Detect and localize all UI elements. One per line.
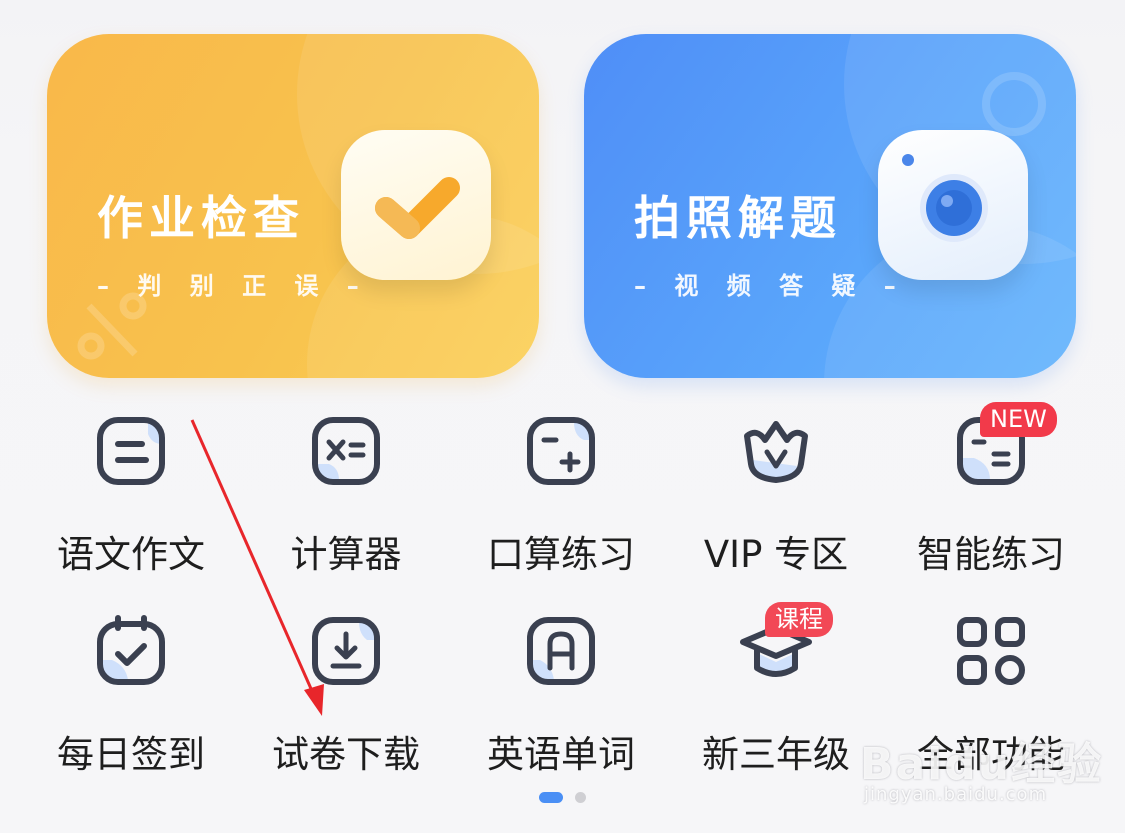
grid-item-daily-checkin[interactable]: 每日签到 [26,614,236,784]
grid-item-english-words[interactable]: 英语单词 [456,614,666,784]
grid-item-smart-practice[interactable]: 智能练习 NEW [886,402,1096,584]
watermark-brand: Baidu经验 [860,739,1104,790]
grid-item-label: 试卷下载 [272,733,420,776]
grid-item-new-third-grade[interactable]: 新三年级 课程 [671,602,881,784]
photo-solve-subtitle: – 视 频 答 疑 – [634,272,906,300]
grid-item-label: 新三年级 [702,733,850,776]
checkmark-icon [341,130,491,280]
new-badge: NEW [980,402,1057,437]
grid-item-chinese-essay[interactable]: 语文作文 [26,414,236,584]
homework-check-card[interactable]: 作业检查 – 判 别 正 误 – [47,34,539,378]
download-paper-icon [312,617,380,685]
homework-check-subtitle: – 判 别 正 误 – [97,272,369,300]
course-badge: 课程 [765,602,833,637]
grid-item-label: 每日签到 [57,733,205,776]
grid-item-paper-download[interactable]: 试卷下载 [241,614,451,784]
vip-crown-icon [744,421,808,483]
chinese-essay-icon [97,417,165,485]
grid-item-label: VIP 专区 [703,533,849,576]
photo-solve-title: 拍照解题 [634,191,842,245]
calculator-icon [312,417,380,485]
grid-item-label: 英语单词 [487,733,635,776]
grid-item-calculator[interactable]: 计算器 [241,414,451,584]
homework-check-title: 作业检查 [97,191,305,245]
watermark-url: jingyan.baidu.com [864,784,1048,805]
mental-arithmetic-icon [527,417,595,485]
grid-item-label: 计算器 [290,533,402,576]
baidu-jingyan-watermark: Baidu经验 jingyan.baidu.com [860,722,1101,822]
page-dot [575,792,586,803]
english-word-icon [527,617,595,685]
grid-item-vip-zone[interactable]: VIP 专区 [671,414,881,584]
all-features-grid-icon [957,617,1025,685]
page-dot-active [539,792,563,803]
photo-solve-card[interactable]: 拍照解题 – 视 频 答 疑 – [584,34,1076,378]
grid-item-mental-arithmetic[interactable]: 口算练习 [456,414,666,584]
grid-item-label: 语文作文 [57,533,205,576]
calendar-check-icon [97,615,165,685]
camera-icon [878,130,1028,280]
grid-item-label: 口算练习 [487,533,635,576]
grid-item-label: 智能练习 [917,533,1065,576]
